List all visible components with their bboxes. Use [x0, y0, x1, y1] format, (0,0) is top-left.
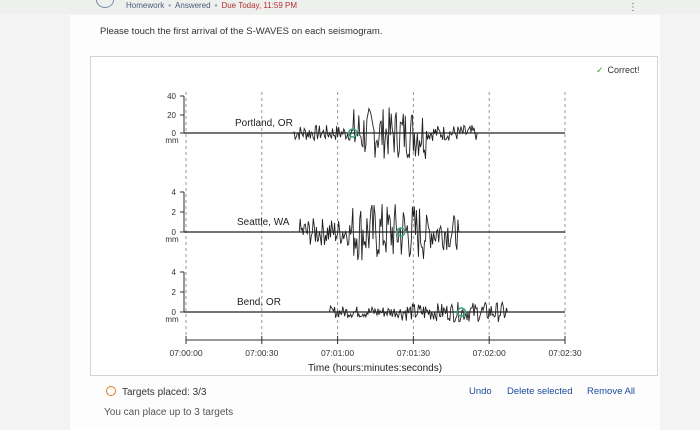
- y-tick-label: 2: [172, 208, 177, 217]
- targets-status: Targets placed: 3/3: [106, 386, 207, 398]
- target-ring-icon: [106, 386, 116, 396]
- unit-label: mm: [165, 235, 179, 244]
- y-tick-label: 40: [167, 92, 176, 101]
- y-tick-label: 20: [167, 111, 176, 120]
- unit-label: mm: [165, 315, 179, 324]
- y-tick-label: 4: [172, 188, 177, 197]
- x-tick-label: 07:02:00: [473, 348, 506, 358]
- station-label: Bend, OR: [237, 297, 281, 308]
- x-axis-title: Time (hours:minutes:seconds): [308, 363, 442, 374]
- x-tick-label: 07:00:00: [169, 348, 202, 358]
- x-tick-label: 07:01:30: [397, 348, 430, 358]
- unit-label: mm: [165, 136, 179, 145]
- x-tick-label: 07:02:30: [548, 348, 581, 358]
- delete-selected-button[interactable]: Delete selected: [507, 386, 572, 397]
- remove-all-button[interactable]: Remove All: [587, 386, 635, 397]
- undo-button[interactable]: Undo: [469, 386, 492, 397]
- y-tick-label: 2: [172, 288, 177, 297]
- targets-placed-label: Targets placed: 3/3: [122, 387, 207, 398]
- y-tick-label: 4: [172, 268, 177, 277]
- x-tick-label: 07:00:30: [245, 348, 278, 358]
- seismogram-chart[interactable]: 40200mmPortland, OR420mmSeattle, WA420mm…: [0, 0, 700, 430]
- station-label: Portland, OR: [235, 118, 293, 129]
- targets-capacity: You can place up to 3 targets: [104, 407, 234, 418]
- station-label: Seattle, WA: [237, 217, 290, 228]
- x-tick-label: 07:01:00: [321, 348, 354, 358]
